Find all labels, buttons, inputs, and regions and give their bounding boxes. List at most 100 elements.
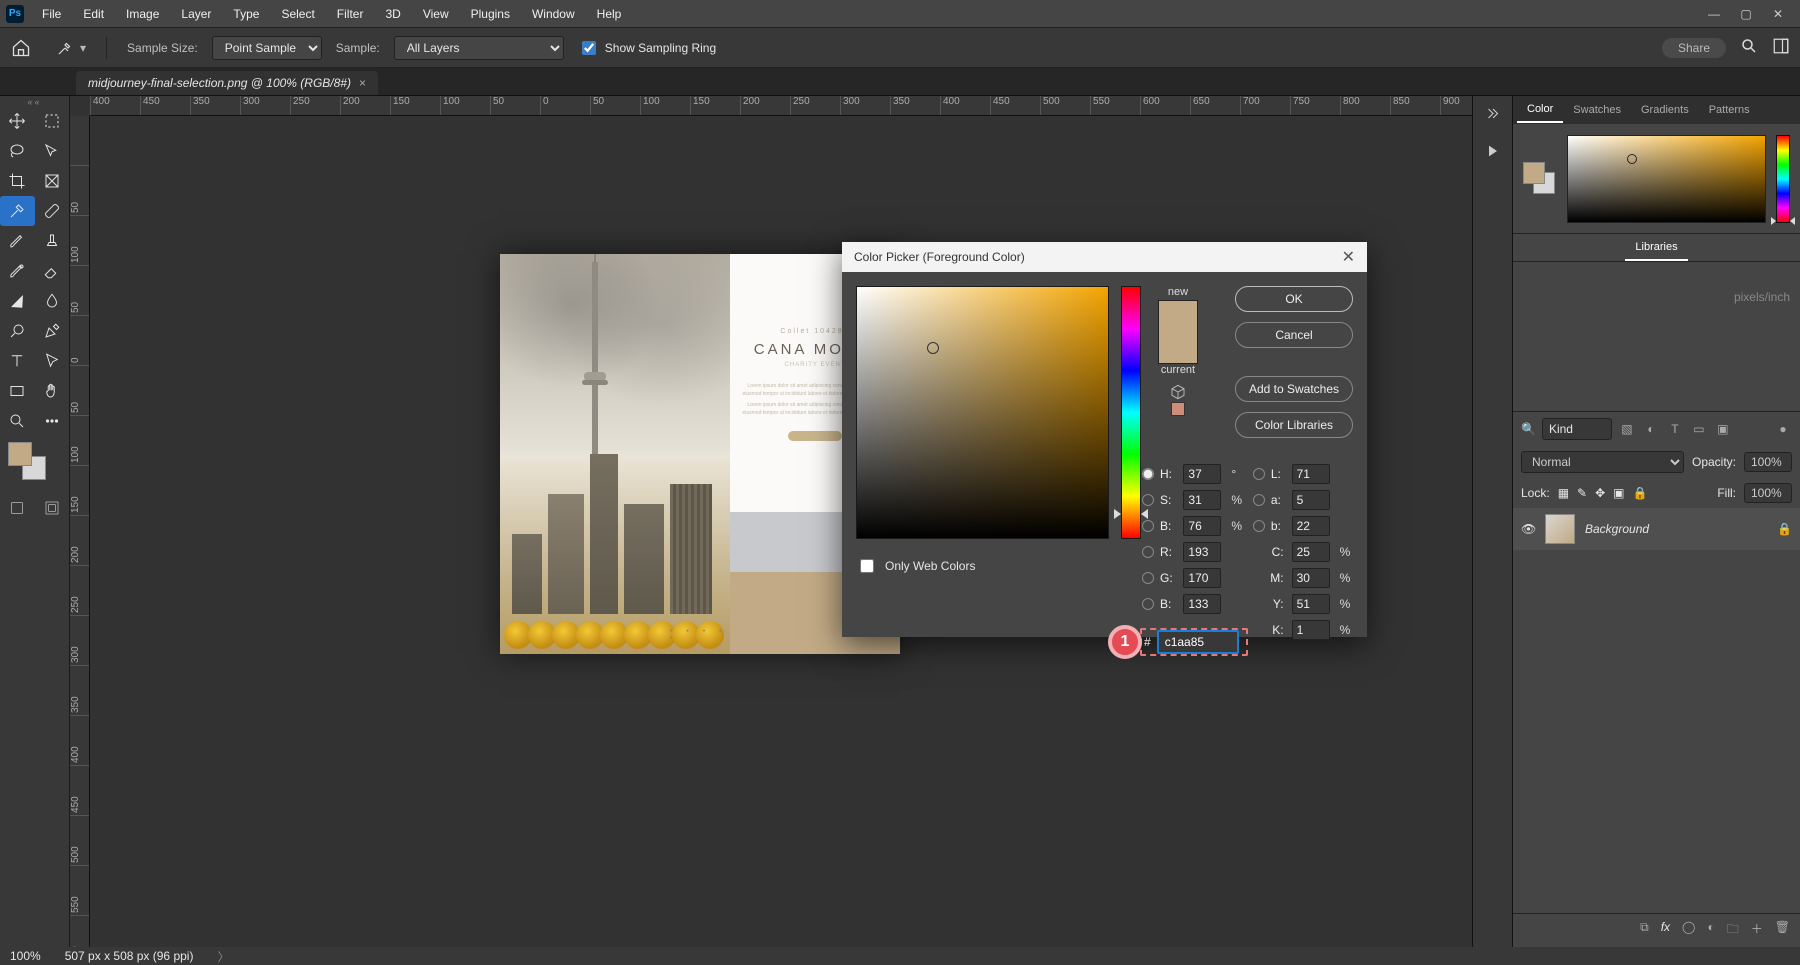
saturation-brightness-field[interactable] bbox=[856, 286, 1109, 539]
new-group-icon[interactable]: 🗀 bbox=[1727, 920, 1739, 941]
layer-fx-icon[interactable]: fx bbox=[1661, 920, 1670, 941]
r-input[interactable] bbox=[1183, 542, 1221, 562]
crop-tool[interactable] bbox=[0, 166, 35, 196]
visibility-icon[interactable]: 👁 bbox=[1521, 522, 1535, 536]
lock-artboard-icon[interactable]: ▣ bbox=[1613, 486, 1624, 500]
h-field[interactable]: H: bbox=[1142, 467, 1175, 481]
tab-libraries[interactable]: Libraries bbox=[1625, 235, 1687, 261]
lock-position-icon[interactable]: ✥ bbox=[1595, 486, 1605, 500]
layer-lock-icon[interactable]: 🔒 bbox=[1777, 522, 1792, 536]
close-tab-icon[interactable]: × bbox=[359, 76, 366, 90]
y-input[interactable] bbox=[1292, 594, 1330, 614]
color-hue-bar[interactable] bbox=[1776, 135, 1790, 223]
menu-layer[interactable]: Layer bbox=[171, 3, 221, 25]
dialog-close-icon[interactable]: ✕ bbox=[1342, 247, 1355, 267]
menu-filter[interactable]: Filter bbox=[327, 3, 374, 25]
adjustment-layer-icon[interactable]: ◐ bbox=[1707, 920, 1714, 941]
menu-3d[interactable]: 3D bbox=[375, 3, 410, 25]
move-tool[interactable] bbox=[0, 106, 35, 136]
workspace-icon[interactable] bbox=[1772, 37, 1790, 58]
lab-b-input[interactable] bbox=[1292, 516, 1330, 536]
lasso-tool[interactable] bbox=[0, 136, 35, 166]
only-web-colors[interactable]: Only Web Colors bbox=[856, 556, 975, 576]
sample-select[interactable]: All Layers bbox=[394, 36, 564, 60]
quick-select-tool[interactable] bbox=[35, 136, 70, 166]
menu-type[interactable]: Type bbox=[223, 3, 269, 25]
opacity-input[interactable] bbox=[1744, 452, 1792, 472]
foreground-color[interactable] bbox=[8, 442, 32, 466]
a-input[interactable] bbox=[1292, 490, 1330, 510]
layer-thumbnail[interactable] bbox=[1545, 514, 1575, 544]
menu-select[interactable]: Select bbox=[271, 3, 324, 25]
only-web-colors-checkbox[interactable] bbox=[860, 559, 874, 573]
filter-toggle-icon[interactable]: ● bbox=[1774, 422, 1792, 436]
websafe-warning-icon[interactable] bbox=[1171, 402, 1185, 416]
zoom-level[interactable]: 100% bbox=[10, 949, 41, 963]
path-select-tool[interactable] bbox=[35, 346, 70, 376]
tab-swatches[interactable]: Swatches bbox=[1563, 98, 1631, 122]
k-input[interactable] bbox=[1292, 620, 1330, 640]
c-input[interactable] bbox=[1292, 542, 1330, 562]
minimize-icon[interactable]: — bbox=[1706, 6, 1722, 22]
more-tools[interactable] bbox=[35, 406, 70, 436]
type-tool[interactable] bbox=[0, 346, 35, 376]
color-libraries-button[interactable]: Color Libraries bbox=[1235, 412, 1353, 438]
bb-field[interactable]: B: bbox=[1142, 597, 1175, 611]
marquee-tool[interactable] bbox=[35, 106, 70, 136]
healing-tool[interactable] bbox=[35, 196, 70, 226]
tab-gradients[interactable]: Gradients bbox=[1631, 98, 1699, 122]
share-button[interactable]: Share bbox=[1662, 38, 1726, 58]
s-input[interactable] bbox=[1183, 490, 1221, 510]
sample-size-select[interactable]: Point Sample bbox=[212, 36, 322, 60]
m-input[interactable] bbox=[1292, 568, 1330, 588]
gamut-warning-icon[interactable] bbox=[1170, 384, 1186, 400]
dialog-titlebar[interactable]: Color Picker (Foreground Color) ✕ bbox=[842, 242, 1367, 272]
l-field[interactable]: L: bbox=[1253, 467, 1284, 481]
frame-tool[interactable] bbox=[35, 166, 70, 196]
filter-pixel-icon[interactable]: ▧ bbox=[1618, 422, 1636, 436]
search-icon[interactable]: 🔍 bbox=[1521, 422, 1536, 436]
stamp-tool[interactable] bbox=[35, 226, 70, 256]
menu-view[interactable]: View bbox=[413, 3, 459, 25]
pen-tool[interactable] bbox=[35, 316, 70, 346]
eyedropper-tool[interactable] bbox=[0, 196, 35, 226]
gradient-tool[interactable] bbox=[0, 286, 35, 316]
document-tab[interactable]: midjourney-final-selection.png @ 100% (R… bbox=[76, 71, 378, 95]
b-field[interactable]: B: bbox=[1142, 519, 1175, 533]
eyedropper-icon[interactable] bbox=[56, 39, 74, 57]
ok-button[interactable]: OK bbox=[1235, 286, 1353, 312]
b-input[interactable] bbox=[1183, 516, 1221, 536]
show-sampling-ring-checkbox[interactable] bbox=[582, 41, 596, 55]
foreground-background-swatch[interactable] bbox=[8, 442, 61, 492]
zoom-tool[interactable] bbox=[0, 406, 35, 436]
lab-b-field[interactable]: b: bbox=[1253, 519, 1284, 533]
screen-mode-full-icon[interactable] bbox=[42, 498, 62, 518]
layer-mask-icon[interactable]: ◯ bbox=[1682, 920, 1695, 941]
g-input[interactable] bbox=[1183, 568, 1221, 588]
filter-shape-icon[interactable]: ▭ bbox=[1690, 422, 1708, 436]
history-brush-tool[interactable] bbox=[0, 256, 35, 286]
tab-patterns[interactable]: Patterns bbox=[1699, 98, 1760, 122]
filter-smart-icon[interactable]: ▣ bbox=[1714, 422, 1732, 436]
s-field[interactable]: S: bbox=[1142, 493, 1175, 507]
new-layer-icon[interactable]: ＋ bbox=[1751, 920, 1763, 941]
hue-strip[interactable] bbox=[1121, 286, 1141, 539]
blend-mode-select[interactable]: Normal bbox=[1521, 451, 1684, 473]
home-icon[interactable] bbox=[10, 37, 32, 59]
filter-type-icon[interactable]: T bbox=[1666, 422, 1684, 436]
cancel-button[interactable]: Cancel bbox=[1235, 322, 1353, 348]
layers-kind-filter[interactable] bbox=[1542, 418, 1612, 440]
hand-tool[interactable] bbox=[35, 376, 70, 406]
menu-image[interactable]: Image bbox=[116, 3, 169, 25]
maximize-icon[interactable]: ▢ bbox=[1738, 6, 1754, 22]
color-saturation-field[interactable] bbox=[1567, 135, 1766, 223]
l-input[interactable] bbox=[1292, 464, 1330, 484]
mini-fgbg-swatch[interactable] bbox=[1523, 162, 1557, 196]
lock-pixels-icon[interactable]: ▦ bbox=[1558, 486, 1569, 500]
h-input[interactable] bbox=[1183, 464, 1221, 484]
panel-toggle-icon[interactable] bbox=[1482, 104, 1504, 126]
link-layers-icon[interactable]: ⧉ bbox=[1640, 920, 1649, 941]
menu-window[interactable]: Window bbox=[522, 3, 585, 25]
close-icon[interactable]: ✕ bbox=[1770, 6, 1786, 22]
rectangle-tool[interactable] bbox=[0, 376, 35, 406]
